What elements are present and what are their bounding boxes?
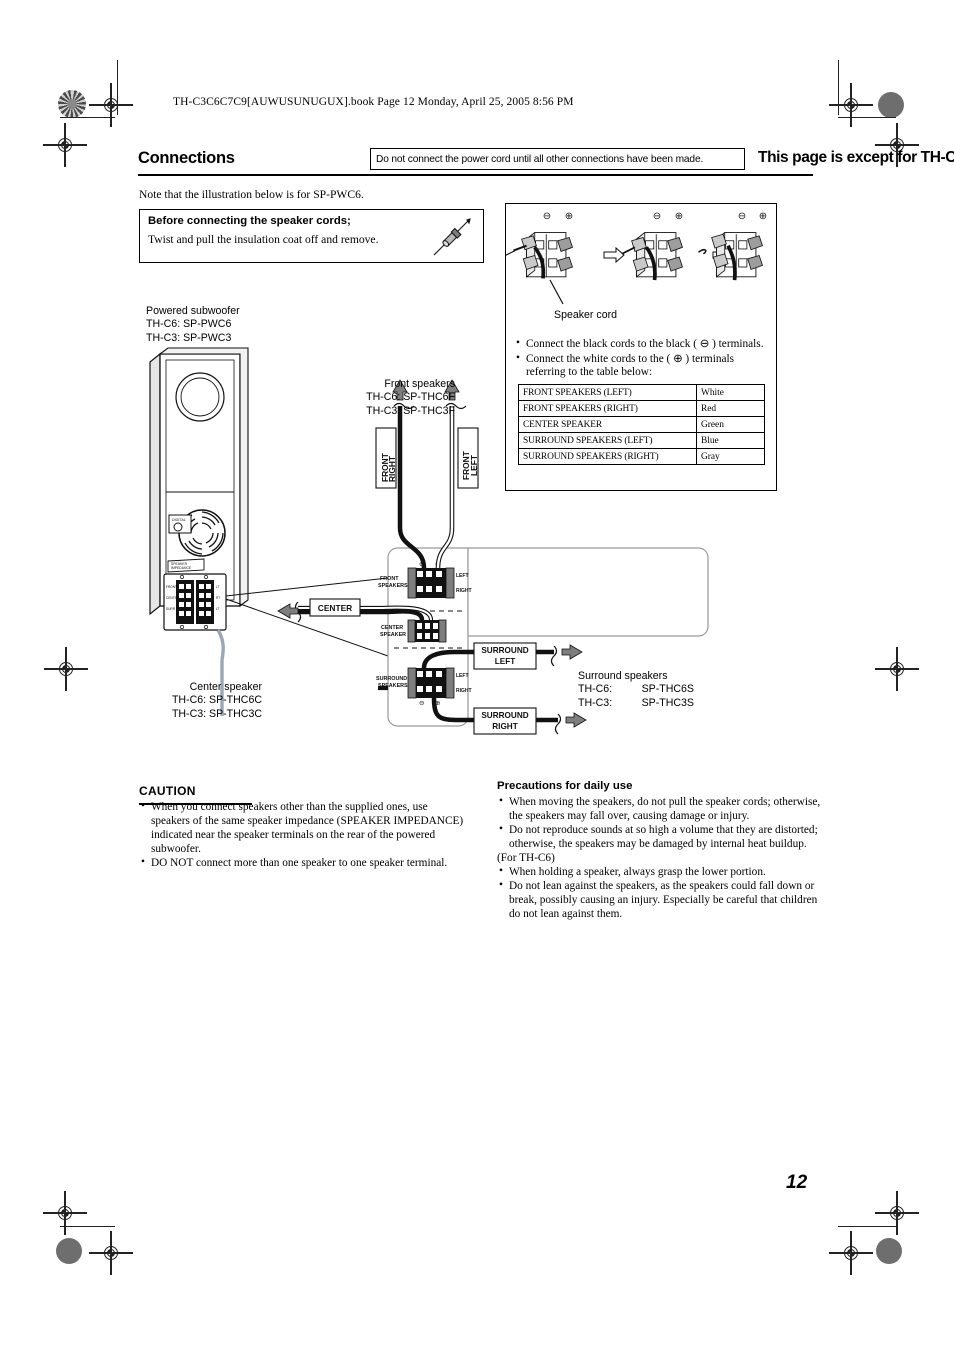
precautions-heading: Precautions for daily use bbox=[497, 780, 633, 792]
front-speakers-label: Front speakers TH-C6: SP-THC6F TH-C3: SP… bbox=[366, 378, 455, 417]
model-exception-note: This page is except for TH-C9. bbox=[758, 149, 954, 166]
svg-text:LEFT: LEFT bbox=[495, 657, 515, 666]
page-header: Connections Do not connect the power cor… bbox=[138, 148, 954, 172]
caution-heading: CAUTION bbox=[139, 784, 196, 798]
svg-text:RIGHT: RIGHT bbox=[387, 455, 397, 482]
caution-list: When you connect speakers other than the… bbox=[139, 799, 469, 870]
registration-crosshair-upper-left bbox=[43, 123, 87, 167]
registration-crosshair-middle-left bbox=[44, 647, 88, 691]
svg-text:IMPEDANCE: IMPEDANCE bbox=[171, 566, 192, 570]
cable-tag-surround-left: SURROUND LEFT bbox=[473, 642, 537, 670]
cable-tag-center: CENTER bbox=[309, 598, 361, 617]
registration-dot-bottom-left bbox=[56, 1238, 82, 1264]
crop-line-right-vertical bbox=[838, 60, 840, 115]
svg-text:FRONT: FRONT bbox=[166, 585, 177, 589]
header-rule bbox=[138, 174, 813, 176]
registration-crosshair-middle-right bbox=[875, 647, 919, 691]
before-connecting-box: Before connecting the speaker cords; Twi… bbox=[139, 209, 484, 263]
precaution-item: Do not lean against the speakers, as the… bbox=[497, 878, 827, 921]
svg-text:SPEAKER: SPEAKER bbox=[380, 632, 406, 638]
svg-text:RIGHT: RIGHT bbox=[456, 588, 472, 594]
caution-item: DO NOT connect more than one speaker to … bbox=[139, 855, 469, 870]
page-title: Connections bbox=[138, 149, 235, 167]
center-speaker-label: Center speaker TH-C6: SP-THC6C TH-C3: SP… bbox=[171, 681, 262, 720]
svg-text:SURROUND: SURROUND bbox=[481, 646, 528, 655]
svg-text:⊖: ⊖ bbox=[543, 211, 551, 222]
cable-tag-surround-right: SURROUND RIGHT bbox=[473, 707, 537, 735]
precaution-item: When moving the speakers, do not pull th… bbox=[497, 794, 827, 823]
power-cord-notice-text: Do not connect the power cord until all … bbox=[376, 153, 704, 165]
registration-star-mark-top-left bbox=[58, 90, 86, 118]
svg-text:LEFT: LEFT bbox=[456, 673, 469, 679]
registration-crosshair-top-right bbox=[829, 83, 873, 127]
svg-text:SPEAKERS: SPEAKERS bbox=[378, 583, 408, 589]
before-connecting-text: Twist and pull the insulation coat off a… bbox=[148, 233, 379, 246]
svg-text:⊕: ⊕ bbox=[565, 211, 573, 222]
crop-line-left-vertical bbox=[117, 60, 119, 115]
registration-crosshair-top-left bbox=[89, 83, 133, 127]
cable-tag-front-left: FRONT LEFT bbox=[457, 427, 479, 489]
svg-text:DIGITAL: DIGITAL bbox=[172, 518, 186, 522]
svg-text:CENTER: CENTER bbox=[381, 625, 403, 631]
page-canvas: TH-C3C6C7C9[AUWUSUNUGUX].book Page 12 Mo… bbox=[0, 0, 954, 1351]
registration-crosshair-bottom-right bbox=[875, 1191, 919, 1235]
svg-text:SURROUND: SURROUND bbox=[481, 711, 528, 720]
svg-text:LEFT: LEFT bbox=[469, 454, 479, 476]
surround-speakers-label: Surround speakers TH-C6: SP-THC6S TH-C3:… bbox=[578, 670, 694, 709]
svg-text:RIGHT: RIGHT bbox=[456, 688, 472, 694]
precaution-item: When holding a speaker, always grasp the… bbox=[497, 864, 827, 879]
registration-dot-bottom-right bbox=[876, 1238, 902, 1264]
crop-line-bottom bbox=[60, 1226, 115, 1228]
before-connecting-title: Before connecting the speaker cords; bbox=[148, 215, 351, 227]
crop-line-top bbox=[60, 117, 115, 119]
precautions-block: Precautions for daily use When moving th… bbox=[497, 779, 827, 921]
registration-crosshair-lower-left bbox=[89, 1231, 133, 1275]
wire-strip-icon bbox=[433, 218, 471, 256]
svg-text:RT: RT bbox=[216, 596, 220, 600]
svg-text:⊕: ⊕ bbox=[759, 211, 767, 222]
registration-crosshair-lower-right bbox=[829, 1231, 873, 1275]
svg-text:CENTER: CENTER bbox=[166, 596, 180, 600]
svg-text:⊕: ⊕ bbox=[675, 211, 683, 222]
powered-subwoofer-label: Powered subwoofer TH-C6: SP-PWC6 TH-C3: … bbox=[146, 305, 240, 344]
svg-text:⊖: ⊖ bbox=[738, 211, 746, 222]
running-head: TH-C3C6C7C9[AUWUSUNUGUX].book Page 12 Mo… bbox=[173, 96, 574, 108]
illustration-note: Note that the illustration below is for … bbox=[139, 188, 364, 201]
crop-line-bottom-right bbox=[838, 1226, 896, 1228]
registration-crosshair-bottom-left bbox=[43, 1191, 87, 1235]
svg-text:SURROUND: SURROUND bbox=[376, 676, 407, 682]
power-cord-notice: Do not connect the power cord until all … bbox=[370, 148, 745, 170]
svg-text:⊖: ⊖ bbox=[419, 699, 424, 707]
svg-text:LT: LT bbox=[216, 585, 220, 589]
crop-line-top-right bbox=[838, 117, 896, 119]
precaution-item: Do not reproduce sounds at so high a vol… bbox=[497, 822, 827, 851]
precautions-subheading: (For TH-C6) bbox=[497, 852, 555, 864]
svg-text:LT: LT bbox=[216, 607, 220, 611]
svg-text:⊖: ⊖ bbox=[653, 211, 661, 222]
svg-text:FRONT: FRONT bbox=[380, 576, 399, 582]
svg-text:CENTER: CENTER bbox=[318, 603, 352, 613]
svg-text:LEFT: LEFT bbox=[456, 573, 469, 579]
svg-text:SURR: SURR bbox=[166, 607, 176, 611]
cable-tag-front-right: FRONT RIGHT bbox=[375, 427, 397, 489]
page-number: 12 bbox=[786, 1172, 808, 1193]
caution-item: When you connect speakers other than the… bbox=[139, 799, 469, 856]
svg-text:RIGHT: RIGHT bbox=[492, 722, 517, 731]
registration-dot-top-right bbox=[878, 92, 904, 118]
